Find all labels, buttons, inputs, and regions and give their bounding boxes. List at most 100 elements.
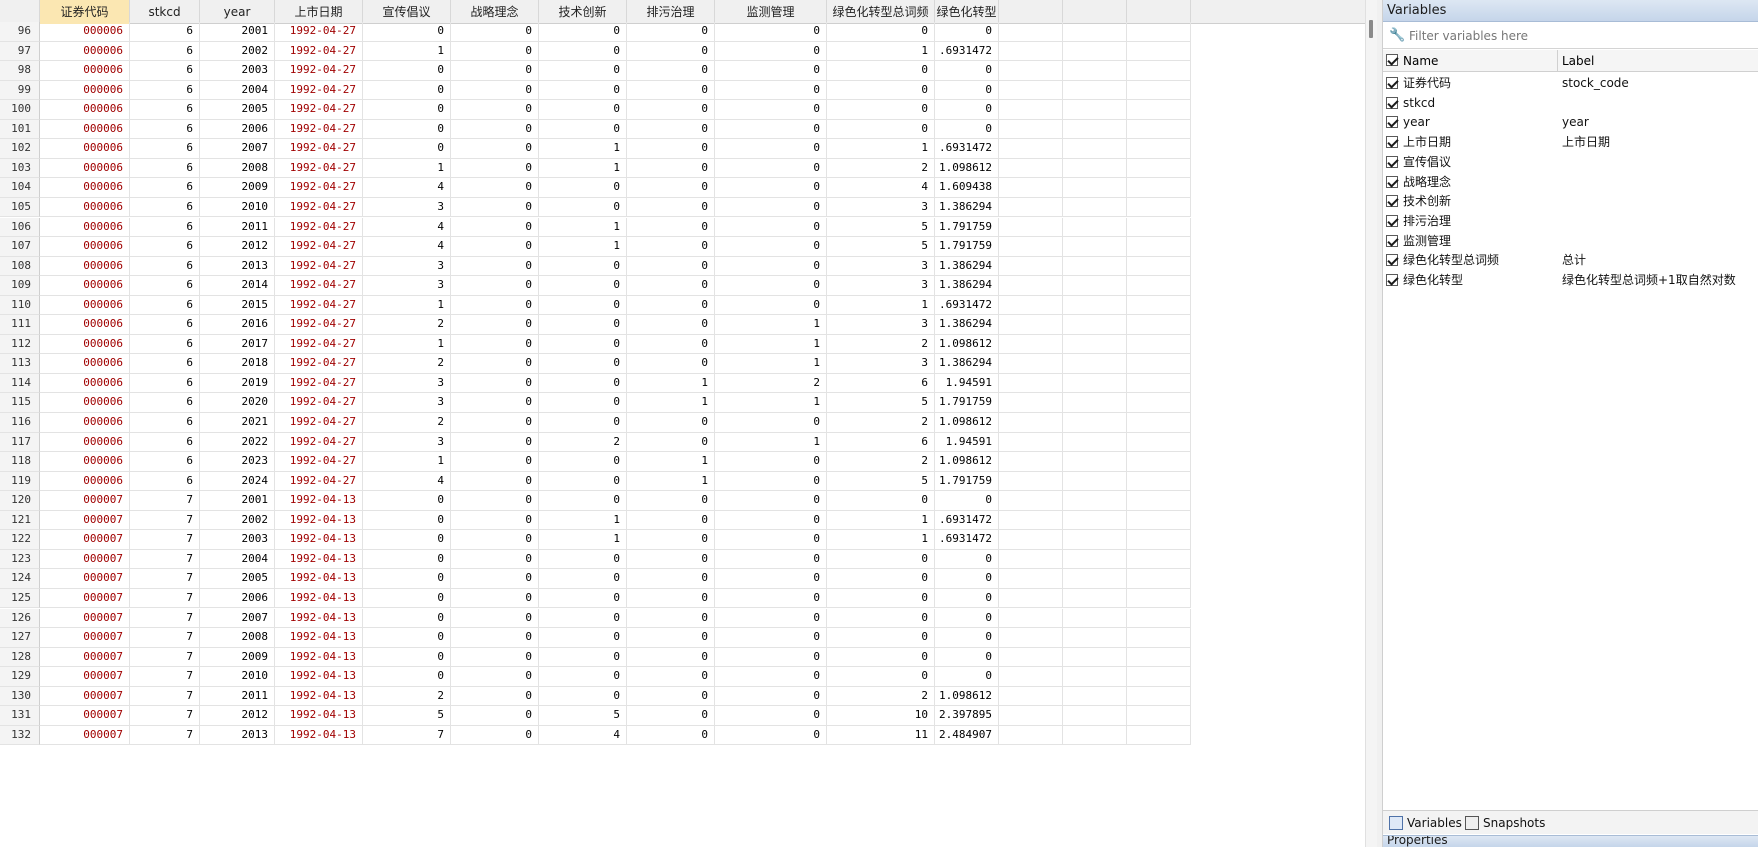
cell-stkcd[interactable]: 7 (130, 667, 200, 687)
table-row[interactable]: 118 000006 6 2023 1992-04-27 1 0 0 1 0 2 1.098612 (0, 452, 1365, 472)
cell-green-total-freq[interactable]: 0 (827, 667, 935, 687)
cell-stkcd[interactable]: 6 (130, 373, 200, 394)
cell-empty[interactable] (1063, 80, 1127, 101)
cell-advocacy[interactable]: 2 (363, 413, 451, 433)
cell-empty[interactable] (999, 237, 1063, 257)
cell-pollution-control[interactable]: 0 (627, 139, 715, 159)
cell-stock-code[interactable]: 000007 (40, 530, 130, 550)
cell-pollution-control[interactable]: 0 (627, 530, 715, 550)
cell-advocacy[interactable]: 0 (363, 628, 451, 648)
cell-tech-innovation[interactable]: 1 (539, 158, 627, 179)
cell-stkcd[interactable]: 6 (130, 178, 200, 198)
cell-advocacy[interactable]: 2 (363, 686, 451, 707)
cell-strategy[interactable]: 0 (451, 725, 539, 746)
cell-strategy[interactable]: 0 (451, 178, 539, 198)
cell-empty[interactable] (1127, 237, 1191, 257)
cell-strategy[interactable]: 0 (451, 549, 539, 570)
cell-empty[interactable] (999, 22, 1063, 42)
cell-advocacy[interactable]: 1 (363, 452, 451, 472)
cell-green-transform[interactable]: 1.94591 (935, 373, 999, 394)
cell-empty[interactable] (1063, 706, 1127, 726)
column-header-tech-innovation[interactable]: 技术创新 (539, 0, 627, 24)
cell-pollution-control[interactable]: 0 (627, 647, 715, 668)
cell-stkcd[interactable]: 6 (130, 276, 200, 296)
cell-monitoring[interactable]: 0 (715, 549, 827, 570)
variable-checkbox[interactable] (1386, 175, 1398, 188)
cell-pollution-control[interactable]: 0 (627, 510, 715, 531)
cell-year[interactable]: 2008 (200, 628, 275, 648)
cell-stock-code[interactable]: 000007 (40, 569, 130, 589)
cell-empty[interactable] (1063, 393, 1127, 413)
cell-pollution-control[interactable]: 0 (627, 628, 715, 648)
cell-advocacy[interactable]: 0 (363, 510, 451, 531)
cell-empty[interactable] (1063, 197, 1127, 218)
variable-checkbox[interactable] (1386, 155, 1398, 168)
cell-advocacy[interactable]: 0 (363, 22, 451, 42)
cell-empty[interactable] (1127, 315, 1191, 335)
cell-year[interactable]: 2017 (200, 334, 275, 355)
row-number[interactable]: 110 (0, 295, 40, 316)
cell-pollution-control[interactable]: 0 (627, 178, 715, 198)
cell-year[interactable]: 2006 (200, 119, 275, 140)
variable-row[interactable]: stkcd (1383, 93, 1758, 114)
cell-advocacy[interactable]: 2 (363, 354, 451, 374)
cell-year[interactable]: 2005 (200, 569, 275, 589)
cell-empty[interactable] (1127, 647, 1191, 668)
cell-stock-code[interactable]: 000006 (40, 119, 130, 140)
cell-advocacy[interactable]: 0 (363, 80, 451, 101)
row-number[interactable]: 132 (0, 725, 40, 746)
cell-monitoring[interactable]: 0 (715, 139, 827, 159)
cell-green-transform[interactable]: 0 (935, 588, 999, 609)
cell-monitoring[interactable]: 0 (715, 510, 827, 531)
cell-stkcd[interactable]: 7 (130, 647, 200, 668)
cell-tech-innovation[interactable]: 0 (539, 80, 627, 101)
cell-empty[interactable] (1127, 628, 1191, 648)
variable-row[interactable]: 上市日期 上市日期 (1383, 132, 1758, 153)
cell-green-total-freq[interactable]: 0 (827, 100, 935, 120)
cell-strategy[interactable]: 0 (451, 432, 539, 453)
cell-pollution-control[interactable]: 0 (627, 354, 715, 374)
table-row[interactable]: 103 000006 6 2008 1992-04-27 1 0 1 0 0 2 1.098612 (0, 158, 1365, 179)
cell-year[interactable]: 2016 (200, 315, 275, 335)
column-header-advocacy[interactable]: 宣传倡议 (363, 0, 451, 24)
cell-stock-code[interactable]: 000006 (40, 217, 130, 238)
row-number[interactable]: 129 (0, 667, 40, 687)
row-number[interactable]: 126 (0, 608, 40, 629)
cell-stkcd[interactable]: 7 (130, 530, 200, 550)
cell-empty[interactable] (1127, 22, 1191, 42)
column-header-monitoring[interactable]: 监测管理 (715, 0, 827, 24)
cell-green-total-freq[interactable]: 1 (827, 530, 935, 550)
cell-empty[interactable] (999, 315, 1063, 335)
cell-strategy[interactable]: 0 (451, 217, 539, 238)
cell-pollution-control[interactable]: 0 (627, 217, 715, 238)
table-row[interactable]: 102 000006 6 2007 1992-04-27 0 0 1 0 0 1.6931472 (0, 139, 1365, 159)
cell-empty[interactable] (1127, 295, 1191, 316)
cell-advocacy[interactable]: 3 (363, 373, 451, 394)
cell-empty[interactable] (1063, 549, 1127, 570)
cell-empty[interactable] (1063, 41, 1127, 62)
cell-monitoring[interactable]: 0 (715, 256, 827, 277)
cell-green-transform[interactable]: 1.791759 (935, 237, 999, 257)
cell-strategy[interactable]: 0 (451, 256, 539, 277)
cell-advocacy[interactable]: 0 (363, 588, 451, 609)
cell-stock-code[interactable]: 000006 (40, 295, 130, 316)
table-row[interactable]: 122 000007 7 2003 1992-04-13 0 0 1 0 0 1.6931472 (0, 530, 1365, 550)
row-number[interactable]: 121 (0, 510, 40, 531)
cell-empty[interactable] (1063, 61, 1127, 81)
cell-pollution-control[interactable]: 0 (627, 413, 715, 433)
cell-green-transform[interactable]: 1.098612 (935, 158, 999, 179)
cell-empty[interactable] (999, 256, 1063, 277)
cell-listing-date[interactable]: 1992-04-27 (275, 334, 363, 355)
cell-strategy[interactable]: 0 (451, 706, 539, 726)
cell-strategy[interactable]: 0 (451, 119, 539, 140)
cell-stkcd[interactable]: 6 (130, 80, 200, 101)
cell-green-total-freq[interactable]: 11 (827, 725, 935, 746)
cell-green-transform[interactable]: 2.397895 (935, 706, 999, 726)
cell-year[interactable]: 2001 (200, 491, 275, 511)
table-row[interactable]: 112 000006 6 2017 1992-04-27 1 0 0 0 1 2 1.098612 (0, 334, 1365, 355)
cell-green-total-freq[interactable]: 1 (827, 295, 935, 316)
cell-empty[interactable] (1127, 432, 1191, 453)
cell-listing-date[interactable]: 1992-04-13 (275, 549, 363, 570)
cell-empty[interactable] (1127, 725, 1191, 746)
cell-strategy[interactable]: 0 (451, 139, 539, 159)
